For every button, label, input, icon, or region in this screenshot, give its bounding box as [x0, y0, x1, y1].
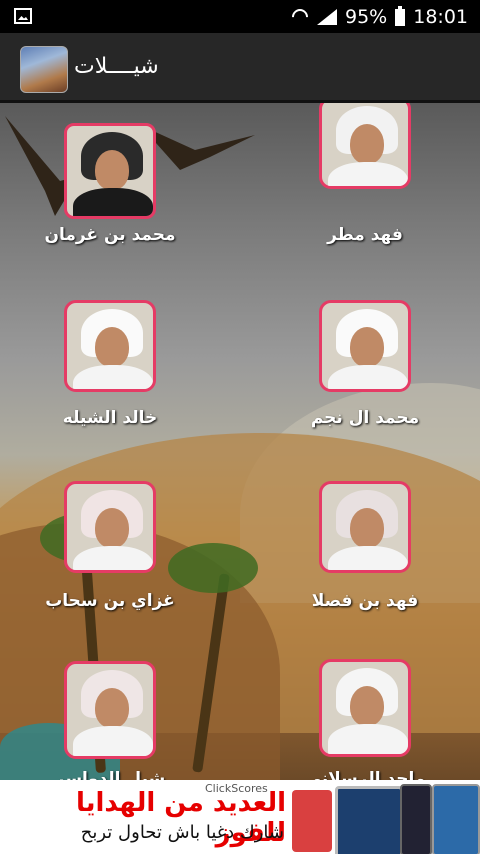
app-bar: شيــــلات — [0, 33, 480, 103]
singer-avatar — [319, 103, 411, 189]
ad-tablet-image — [335, 786, 403, 854]
gallery-icon — [14, 8, 32, 24]
singer-avatar — [319, 481, 411, 573]
signal-icon — [317, 9, 337, 25]
singer-name: محمد بن غرمان — [44, 225, 176, 245]
battery-percentage: 95% — [345, 6, 388, 28]
singer-name: غزاي بن سحاب — [45, 591, 175, 611]
battery-icon — [395, 5, 406, 26]
status-right-group: 95% 18:01 — [291, 5, 468, 28]
singer-avatar — [64, 481, 156, 573]
singer-name: خالد الشيله — [62, 408, 158, 428]
ad-phone-image — [432, 784, 480, 854]
singer-name: فهد مطر — [327, 225, 403, 245]
status-bar: 95% 18:01 — [0, 0, 480, 33]
singer-avatar — [64, 661, 156, 759]
ad-banner[interactable]: ClickScores العديد من الهدايا للفوز شارك… — [0, 780, 480, 854]
singer-avatar — [64, 123, 156, 219]
singer-name: شبل الدواسر — [54, 769, 166, 780]
singer-name: محمد ال نجم — [310, 408, 420, 428]
singer-name: فهد بن فصلا — [311, 591, 419, 611]
ad-subtext: شارك دغيا باش تحاول تربح — [80, 822, 284, 843]
palm-tree-leaves — [168, 543, 258, 593]
app-title: شيــــلات — [74, 54, 159, 79]
wifi-icon — [291, 9, 309, 25]
singer-avatar — [64, 300, 156, 392]
eagle-icon — [140, 125, 255, 170]
ad-phone-image — [400, 784, 432, 854]
singers-grid[interactable]: فهد مطر محمد بن غرمان محمد ال نجم خالد ا… — [0, 103, 480, 780]
singer-avatar — [319, 659, 411, 757]
ad-shirt-image — [292, 790, 332, 852]
singer-avatar — [319, 300, 411, 392]
clock: 18:01 — [413, 6, 468, 28]
singer-name: ماجد الرسلاني — [304, 769, 426, 780]
app-launcher-icon[interactable] — [20, 46, 68, 93]
